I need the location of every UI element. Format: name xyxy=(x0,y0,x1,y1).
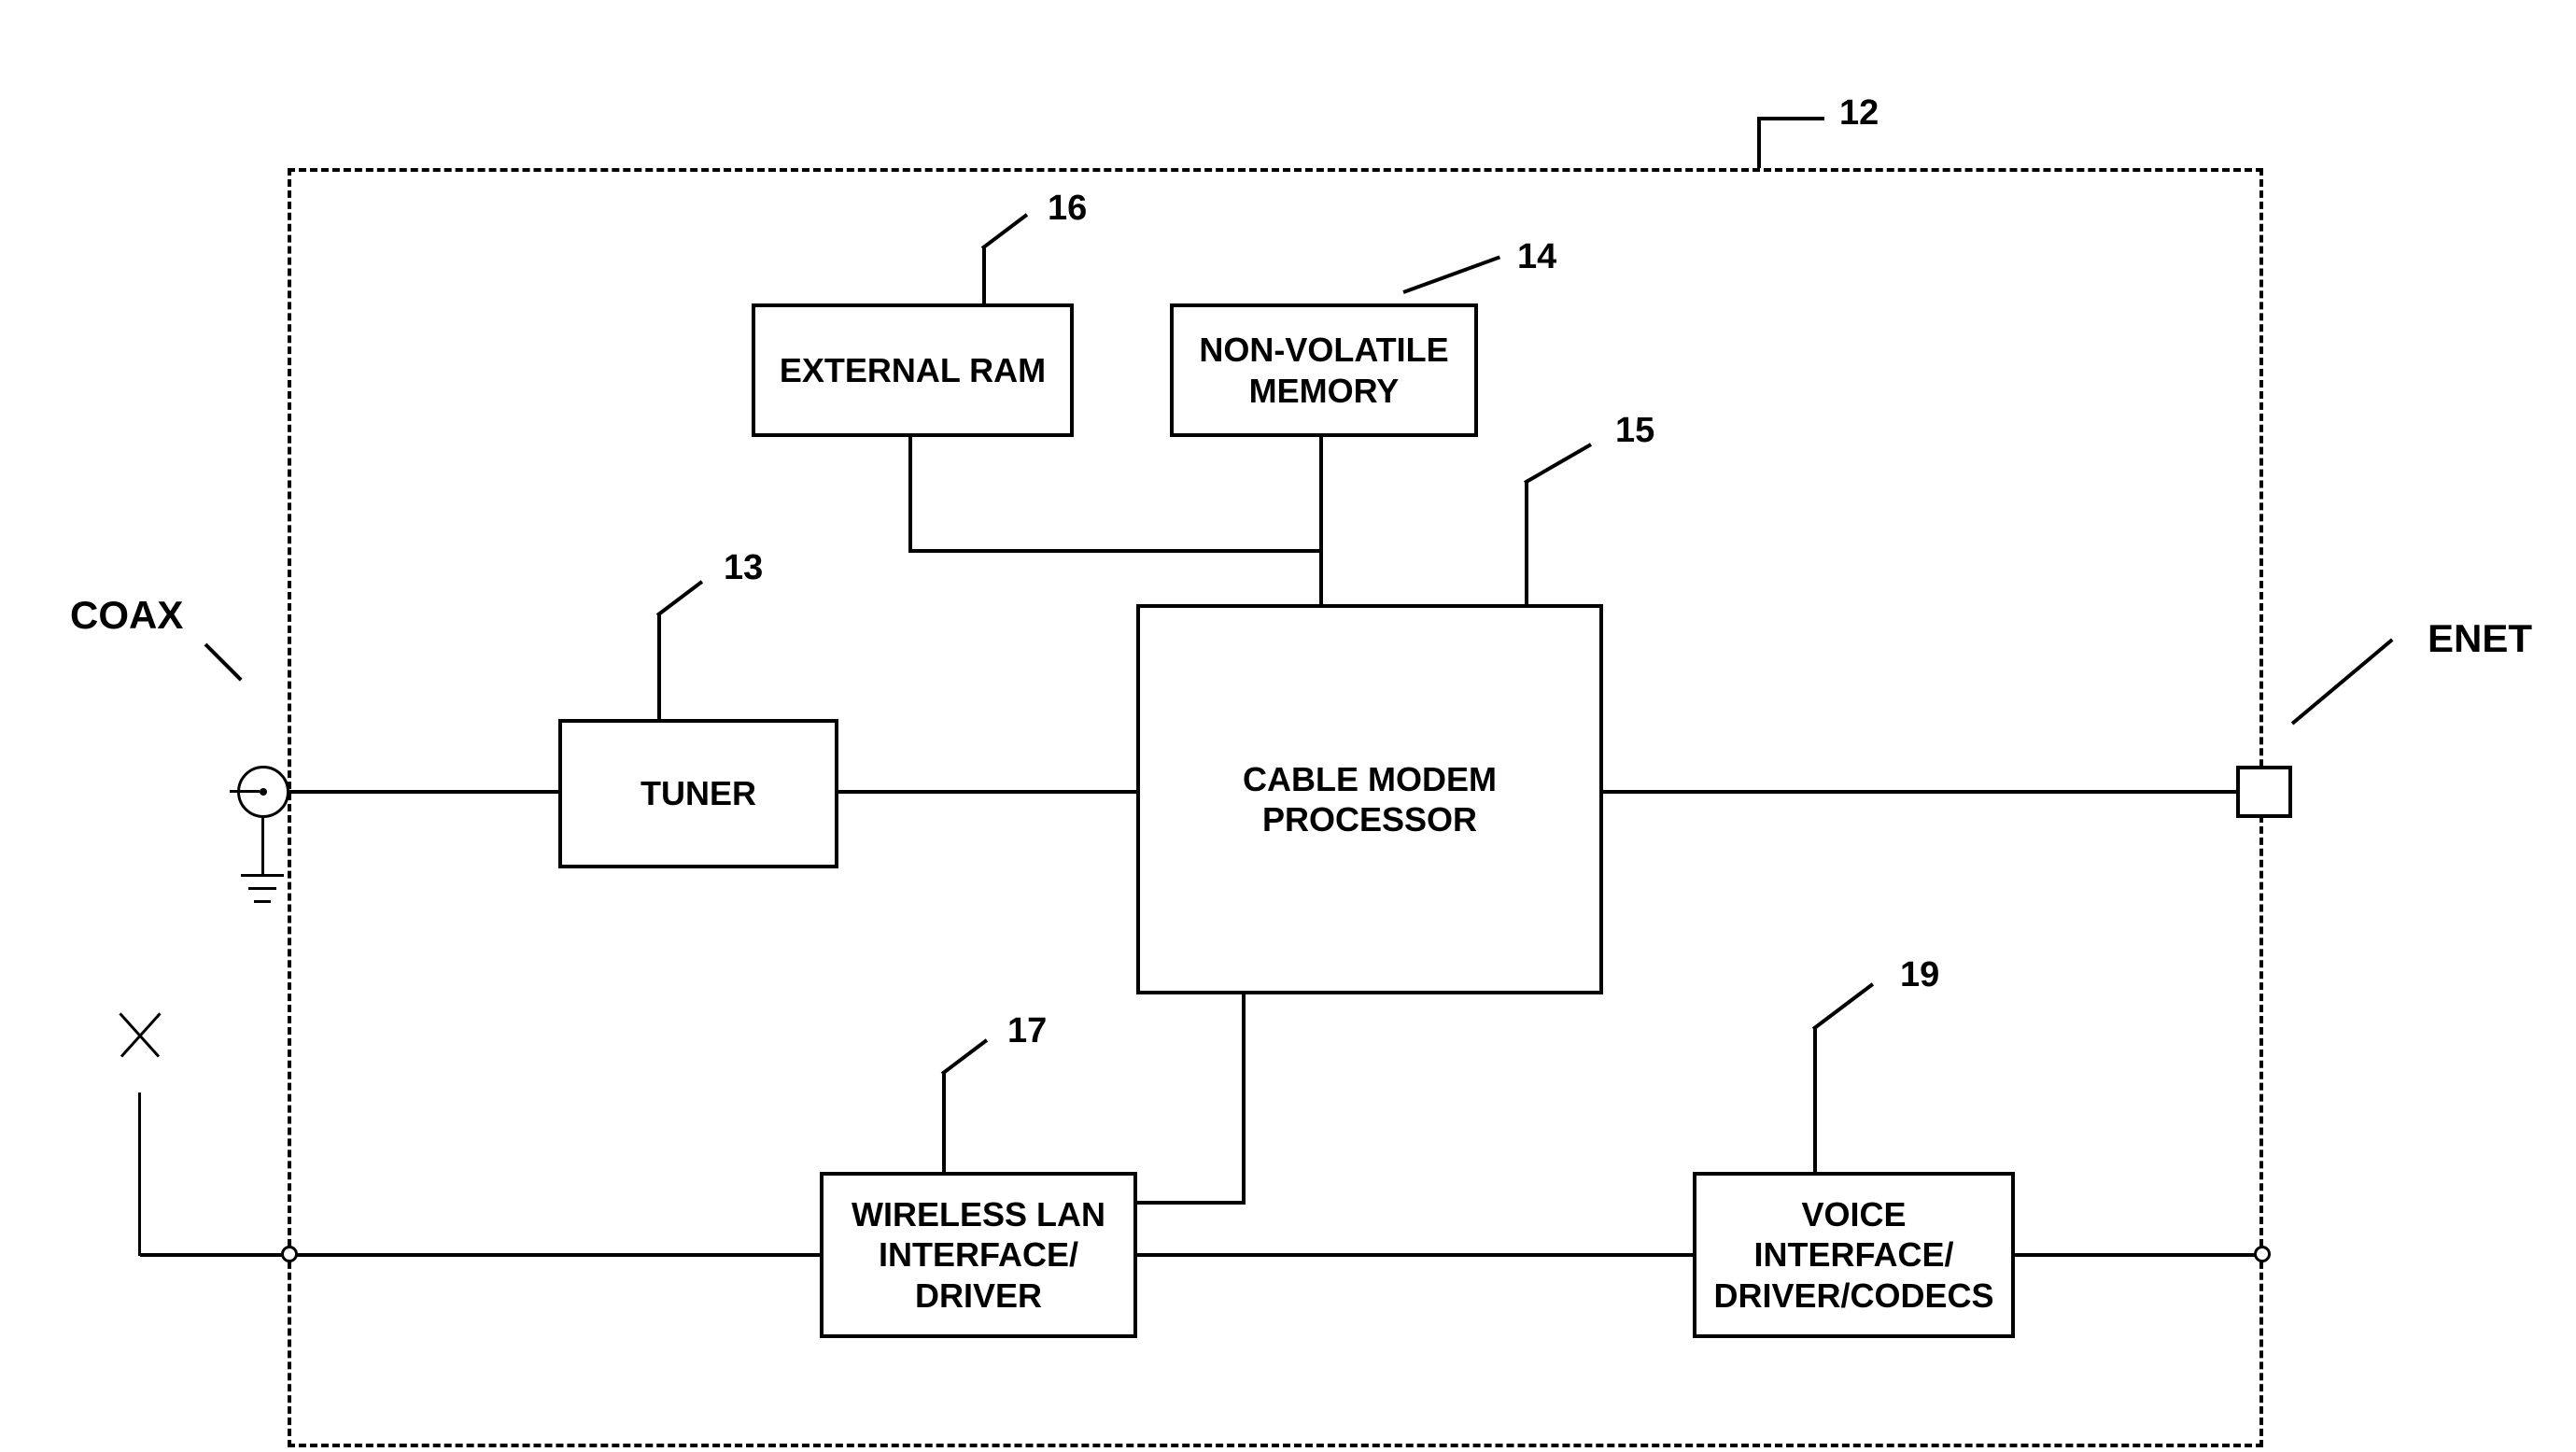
coax-pin xyxy=(230,790,260,793)
wire-coax-tuner xyxy=(289,790,558,794)
enet-label: ENET xyxy=(2428,616,2532,661)
ref-13: 13 xyxy=(724,548,763,588)
tuner-block: TUNER xyxy=(558,719,838,868)
wire-antenna-wlan xyxy=(140,1253,820,1257)
coax-ground-stem xyxy=(261,818,264,874)
diagram-canvas: 12 COAX ENET TUNER 13 EXTERNAL RAM 16 NO… xyxy=(0,0,2576,1452)
ref-12: 12 xyxy=(1839,93,1879,134)
wire-processor-enet xyxy=(1603,790,2247,794)
leader-12-h xyxy=(1757,117,1824,120)
wire-wlan-voice xyxy=(1137,1253,1693,1257)
leader-enet xyxy=(2291,638,2394,725)
coax-connector-center xyxy=(260,788,267,796)
wlan-block: WIRELESS LAN INTERFACE/ DRIVER xyxy=(820,1172,1137,1338)
leader-15-v xyxy=(1525,481,1528,604)
processor-text: CABLE MODEM PROCESSOR xyxy=(1149,759,1590,839)
coax-label: COAX xyxy=(70,593,183,638)
ref-19: 19 xyxy=(1900,955,1939,995)
leader-coax xyxy=(204,643,243,682)
leader-17-v xyxy=(942,1072,946,1172)
nvm-block: NON-VOLATILE MEMORY xyxy=(1170,303,1478,437)
enet-port xyxy=(2236,766,2292,818)
coax-ground-1 xyxy=(241,874,284,877)
wire-ram-right xyxy=(908,549,1323,553)
leader-12-v xyxy=(1757,117,1761,168)
wire-nvm-down xyxy=(1319,437,1323,604)
node-left-bottom xyxy=(281,1246,298,1262)
wire-voice-right xyxy=(2015,1253,2261,1257)
ram-text: EXTERNAL RAM xyxy=(780,350,1046,390)
wlan-text: WIRELESS LAN INTERFACE/ DRIVER xyxy=(833,1194,1124,1316)
node-right-bottom xyxy=(2254,1246,2271,1262)
ref-16: 16 xyxy=(1048,189,1087,229)
wire-proc-wlan-v xyxy=(1242,994,1246,1205)
voice-text: VOICE INTERFACE/ DRIVER/CODECS xyxy=(1706,1194,2002,1316)
wire-tuner-processor xyxy=(838,790,1136,794)
leader-13-v xyxy=(657,613,661,719)
tuner-text: TUNER xyxy=(640,773,756,813)
antenna-stem xyxy=(138,1093,141,1256)
ram-block: EXTERNAL RAM xyxy=(752,303,1074,437)
ref-15: 15 xyxy=(1615,411,1654,451)
ref-14: 14 xyxy=(1517,237,1556,277)
leader-16-v xyxy=(982,247,986,303)
wire-ram-down xyxy=(908,437,912,549)
coax-ground-3 xyxy=(254,900,271,903)
ref-17: 17 xyxy=(1007,1011,1047,1051)
processor-block: CABLE MODEM PROCESSOR xyxy=(1136,604,1603,994)
wire-proc-wlan-h xyxy=(1135,1201,1246,1205)
voice-block: VOICE INTERFACE/ DRIVER/CODECS xyxy=(1693,1172,2015,1338)
coax-ground-2 xyxy=(248,887,276,890)
leader-19-v xyxy=(1813,1027,1817,1172)
nvm-text: NON-VOLATILE MEMORY xyxy=(1183,330,1465,410)
